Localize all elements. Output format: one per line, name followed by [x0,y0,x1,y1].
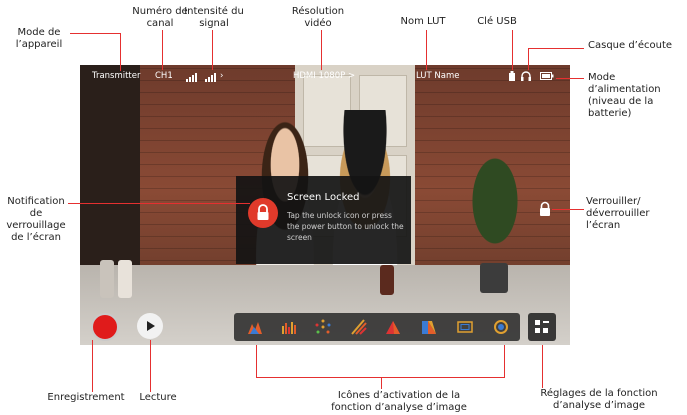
record-button[interactable] [91,313,119,341]
leader-line [542,345,543,388]
status-bar: Transmitter CH1 › HDMI 1080P > LUT Name [80,65,570,87]
cosmetic-jar [380,265,394,295]
label-lock-notification: Notification de verrouillage de l’écran [6,196,66,243]
anamorphic-icon[interactable] [492,318,510,336]
leader-line [212,30,213,70]
battery-icon [540,72,554,80]
analysis-toolbar [234,313,520,341]
settings-grid-icon [535,320,549,333]
leader-line [162,30,163,70]
play-icon [147,321,155,331]
label-record: Enregistrement [47,392,125,403]
label-channel: Numéro de canal [132,6,188,29]
leader-line [504,345,505,377]
video-resolution[interactable]: HDMI 1080P > [293,71,355,81]
lock-message: Tap the unlock icon or press the power b… [287,211,404,242]
lut-name[interactable]: LUT Name [416,71,460,81]
label-power: Mode d’alimentation (niveau de la batter… [588,72,661,119]
label-analysis-icons: Icônes d’activation de la fonction d’ana… [331,390,467,413]
label-lock-unlock: Verrouiller/ déverrouiller l’écran [586,196,650,231]
label-device-mode: Mode de l’appareil [15,27,63,50]
signal-strength-icon [205,73,216,82]
leader-line [321,30,322,70]
label-lut: Nom LUT [400,16,446,27]
cosmetic-jar [118,260,132,298]
leader-line [381,377,382,389]
leader-line [556,78,584,79]
analysis-settings-button[interactable] [528,313,556,341]
device-mode[interactable]: Transmitter [92,71,141,81]
lock-notification: Screen Locked Tap the unlock icon or pre… [236,176,411,264]
usb-key-icon [509,71,515,81]
leader-line [552,209,584,210]
label-usb: Clé USB [477,16,517,27]
leader-line [68,203,250,204]
monitor-screen: Transmitter CH1 › HDMI 1080P > LUT Name [80,65,570,345]
unlock-badge[interactable] [248,198,278,228]
leader-line [528,48,584,49]
signal-chevron-icon[interactable]: › [220,71,223,81]
label-headphones: Casque d’écoute [588,40,673,51]
leader-line [92,340,93,392]
leader-line [426,30,427,70]
frame-guide-icon[interactable] [456,318,474,336]
cosmetic-jar [100,260,114,298]
label-signal: Intensité du signal [184,6,244,29]
signal-strength-icon [186,73,197,82]
label-resolution: Résolution vidéo [291,6,345,29]
background-plant [460,135,530,245]
leader-line [120,33,121,71]
channel-number[interactable]: CH1 [155,71,173,81]
lock-title: Screen Locked [287,192,360,203]
leader-line [150,340,151,392]
playback-button[interactable] [137,313,163,339]
label-playback: Lecture [139,392,177,403]
headphones-icon [521,71,531,81]
lock-icon [257,204,269,220]
leader-line [512,30,513,70]
cosmetic-jar [480,263,508,293]
waveform-icon[interactable] [280,318,298,336]
vectorscope-icon[interactable] [314,318,332,336]
leader-line [70,33,120,34]
focus-peaking-icon[interactable] [420,318,438,336]
zebra-icon[interactable] [350,318,368,336]
leader-line [528,48,529,70]
lock-toggle-icon[interactable] [538,201,552,217]
leader-line [256,345,257,377]
label-analysis-settings: Réglages de la fonction d’analyse d’imag… [540,388,658,411]
histogram-icon[interactable] [246,318,264,336]
false-color-icon[interactable] [384,318,402,336]
